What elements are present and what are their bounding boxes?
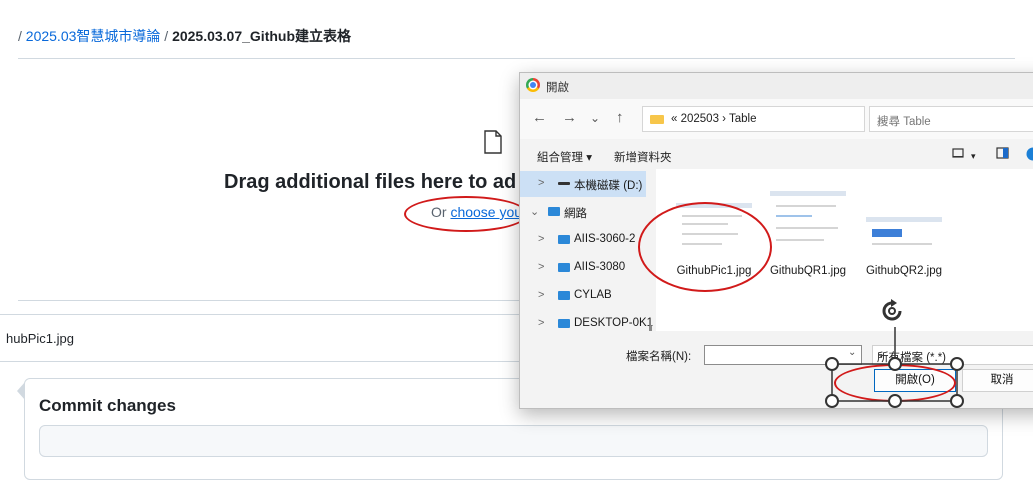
- resize-handle[interactable]: [825, 394, 839, 408]
- resize-handle[interactable]: [825, 357, 839, 371]
- rotate-handle-icon[interactable]: [878, 297, 906, 325]
- resize-handle[interactable]: [950, 394, 964, 408]
- resize-handle[interactable]: [888, 394, 902, 408]
- annotation-selection-frame: [0, 0, 1033, 463]
- resize-handle[interactable]: [888, 357, 902, 371]
- resize-handle[interactable]: [950, 357, 964, 371]
